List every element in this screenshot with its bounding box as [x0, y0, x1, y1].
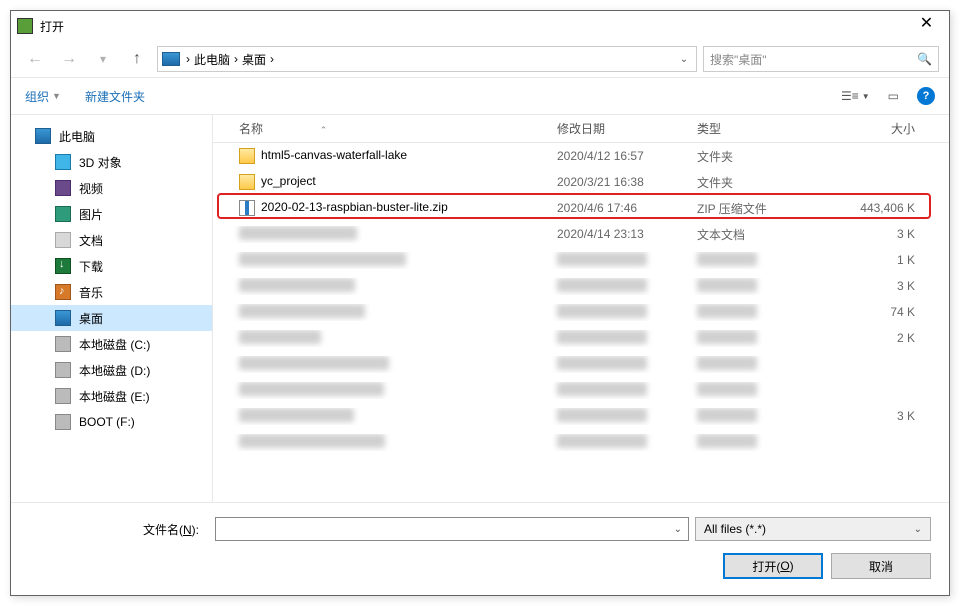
search-placeholder: 搜索"桌面": [710, 51, 767, 68]
file-row[interactable]: yc_project2020/3/21 16:38文件夹: [213, 169, 949, 195]
sidebar-item-label: BOOT (F:): [79, 415, 135, 429]
organize-button[interactable]: 组织 ▼: [25, 88, 61, 105]
help-icon[interactable]: ?: [917, 87, 935, 105]
sidebar-item-label: 音乐: [79, 284, 103, 301]
sidebar-item-label: 此电脑: [59, 128, 95, 145]
sidebar-item-drive[interactable]: 本地磁盘 (D:): [11, 357, 212, 383]
sidebar-item-label: 本地磁盘 (D:): [79, 362, 150, 379]
recent-dropdown[interactable]: ▾: [89, 45, 117, 73]
desk-icon: [55, 310, 71, 326]
file-row[interactable]: [213, 377, 949, 403]
music-icon: [55, 284, 71, 300]
dl-icon: [55, 258, 71, 274]
address-bar[interactable]: › 此电脑 › 桌面 › ⌄: [157, 46, 697, 72]
sidebar-item-3d[interactable]: 3D 对象: [11, 149, 212, 175]
drive-icon: [55, 362, 71, 378]
file-row[interactable]: 3 K: [213, 273, 949, 299]
chevron-down-icon: ⌄: [914, 524, 922, 535]
sort-asc-icon: ⌃: [320, 125, 328, 135]
sidebar-item-label: 图片: [79, 206, 103, 223]
file-row[interactable]: html5-canvas-waterfall-lake2020/4/12 16:…: [213, 143, 949, 169]
sidebar-item-label: 本地磁盘 (E:): [79, 388, 150, 405]
sidebar-item-drive[interactable]: 本地磁盘 (C:): [11, 331, 212, 357]
3d-icon: [55, 154, 71, 170]
doc-icon: [55, 232, 71, 248]
open-file-dialog: 打开 ✕ ← → ▾ ↑ › 此电脑 › 桌面 › ⌄ 搜索"桌面" 🔍 组织 …: [10, 10, 950, 596]
pic-icon: [55, 206, 71, 222]
file-rows: html5-canvas-waterfall-lake2020/4/12 16:…: [213, 143, 949, 502]
sidebar-item-video[interactable]: 视频: [11, 175, 212, 201]
forward-button: →: [55, 45, 83, 73]
toolbar: 组织 ▼ 新建文件夹 ☰≡ ▼ ▭ ?: [11, 77, 949, 115]
sidebar-item-label: 3D 对象: [79, 154, 122, 171]
file-type-filter[interactable]: All files (*.*)⌄: [695, 517, 931, 541]
column-header: 名称 ⌃ 修改日期 类型 大小: [213, 115, 949, 143]
close-button[interactable]: ✕: [904, 12, 949, 40]
footer: 文件名(N): ⌄ All files (*.*)⌄ 打开(O) 取消: [11, 503, 949, 595]
sidebar-item-label: 视频: [79, 180, 103, 197]
file-row[interactable]: 1 K: [213, 247, 949, 273]
folder-icon: [239, 174, 255, 190]
sidebar-item-desk[interactable]: 桌面: [11, 305, 212, 331]
sidebar: 此电脑 3D 对象视频图片文档下载音乐桌面本地磁盘 (C:) 本地磁盘 (D:) 本地…: [11, 115, 213, 502]
navbar: ← → ▾ ↑ › 此电脑 › 桌面 › ⌄ 搜索"桌面" 🔍: [11, 41, 949, 77]
sidebar-item-pic[interactable]: 图片: [11, 201, 212, 227]
col-size[interactable]: 大小: [837, 120, 923, 137]
sidebar-item-drive[interactable]: 本地磁盘 (E:): [11, 383, 212, 409]
file-row[interactable]: [213, 429, 949, 455]
file-row[interactable]: 2020-02-13-raspbian-buster-lite.zip2020/…: [213, 195, 949, 221]
sidebar-item-dl[interactable]: 下载: [11, 253, 212, 279]
sidebar-item-label: 桌面: [79, 310, 103, 327]
titlebar: 打开 ✕: [11, 11, 949, 41]
sidebar-item-pc[interactable]: 此电脑: [11, 123, 212, 149]
video-icon: [55, 180, 71, 196]
chevron-down-icon[interactable]: ⌄: [674, 524, 682, 535]
window-title: 打开: [40, 18, 904, 35]
crumb-segment[interactable]: ›: [270, 52, 274, 66]
new-folder-button[interactable]: 新建文件夹: [85, 88, 145, 105]
zip-icon: [239, 200, 255, 216]
file-row[interactable]: 3 K: [213, 403, 949, 429]
pc-icon: [162, 52, 180, 66]
filename-label: 文件名(N):: [29, 521, 209, 538]
open-button[interactable]: 打开(O): [723, 553, 823, 579]
drive-icon: [55, 388, 71, 404]
search-icon: 🔍: [917, 52, 932, 66]
crumb-segment[interactable]: ›: [234, 52, 238, 66]
view-button[interactable]: ☰≡ ▼: [841, 89, 870, 103]
sidebar-item-label: 本地磁盘 (C:): [79, 336, 150, 353]
sidebar-item-drive[interactable]: BOOT (F:): [11, 409, 212, 435]
up-button[interactable]: ↑: [123, 45, 151, 73]
app-icon: [17, 18, 33, 34]
address-dropdown[interactable]: ⌄: [674, 54, 694, 65]
main-area: 此电脑 3D 对象视频图片文档下载音乐桌面本地磁盘 (C:) 本地磁盘 (D:) 本地…: [11, 115, 949, 503]
sidebar-item-label: 下载: [79, 258, 103, 275]
pc-icon: [35, 128, 51, 144]
sidebar-item-music[interactable]: 音乐: [11, 279, 212, 305]
crumb-desktop[interactable]: 桌面: [242, 51, 266, 68]
folder-icon: [239, 148, 255, 164]
drive-icon: [55, 336, 71, 352]
col-type[interactable]: 类型: [689, 120, 837, 137]
filename-input[interactable]: ⌄: [215, 517, 689, 541]
crumb-segment[interactable]: ›: [186, 52, 190, 66]
cancel-button[interactable]: 取消: [831, 553, 931, 579]
col-date[interactable]: 修改日期: [549, 120, 689, 137]
drive-icon: [55, 414, 71, 430]
file-list: 名称 ⌃ 修改日期 类型 大小 html5-canvas-waterfall-l…: [213, 115, 949, 502]
search-input[interactable]: 搜索"桌面" 🔍: [703, 46, 939, 72]
preview-pane-button[interactable]: ▭: [888, 89, 899, 103]
chevron-down-icon: ▼: [52, 91, 61, 101]
file-row[interactable]: [213, 351, 949, 377]
file-row[interactable]: 2020/4/14 23:13文本文档3 K: [213, 221, 949, 247]
back-button[interactable]: ←: [21, 45, 49, 73]
col-name[interactable]: 名称 ⌃: [231, 120, 549, 137]
crumb-pc[interactable]: 此电脑: [194, 51, 230, 68]
file-row[interactable]: 74 K: [213, 299, 949, 325]
file-row[interactable]: 2 K: [213, 325, 949, 351]
sidebar-item-doc[interactable]: 文档: [11, 227, 212, 253]
sidebar-item-label: 文档: [79, 232, 103, 249]
